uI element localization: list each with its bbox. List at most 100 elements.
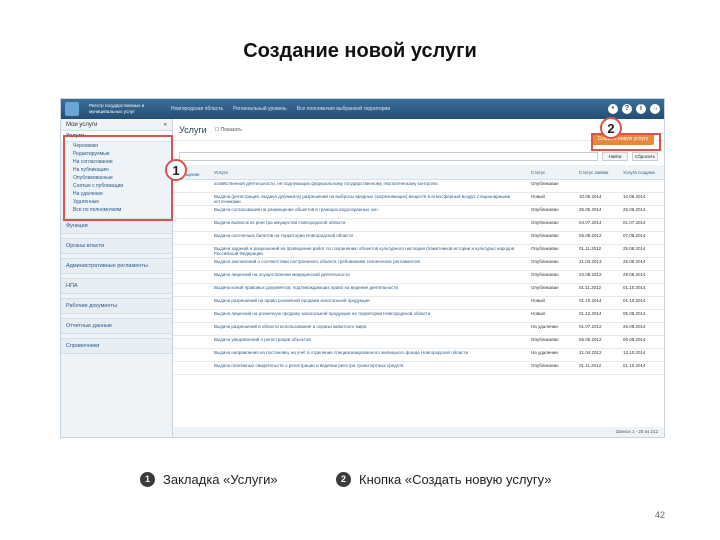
cell-new-message: [173, 348, 211, 362]
help-icon[interactable]: ?: [622, 104, 632, 114]
services-table: Нов. сообщение Услуга Статус Статус заяв…: [173, 165, 664, 375]
app-header: Реестр государственных и муниципальных у…: [61, 99, 664, 119]
table-row[interactable]: Выдача заданий и разрешений на проведени…: [173, 244, 664, 258]
header-nav-level[interactable]: Региональный уровень: [233, 106, 287, 112]
cell-service-name[interactable]: Выдача заданий и разрешений на проведени…: [211, 244, 528, 258]
cell-service-name[interactable]: Выдача согласований на размещение объект…: [211, 205, 528, 219]
table-row[interactable]: Выдача лицензий на осуществление медицин…: [173, 270, 664, 284]
cell-status: На удалении: [528, 348, 576, 362]
cell-new-message: [173, 270, 211, 284]
legend-num-2: 2: [336, 472, 351, 487]
show-checkbox[interactable]: ☐ Показать: [215, 127, 242, 133]
cell-created: 01.07.2014: [620, 218, 664, 232]
cell-created: 26.08.2014: [620, 322, 664, 336]
cell-created: 10.06.2014: [620, 192, 664, 206]
cell-new-message: [173, 335, 211, 349]
cell-created: 05.09.2014: [620, 335, 664, 349]
cell-created: 25.08.2014: [620, 257, 664, 271]
app-logo-text: Реестр государственных и муниципальных у…: [89, 103, 145, 114]
callout-create-button-box: [591, 133, 661, 151]
sidebar-section[interactable]: Рабочие документы: [61, 298, 172, 314]
info-icon[interactable]: i: [636, 104, 646, 114]
table-row[interactable]: Выдача разрешений на право розничной про…: [173, 296, 664, 310]
reset-button[interactable]: Сбросить: [632, 151, 658, 161]
cell-request-status: 05.08.2012: [576, 231, 620, 245]
cell-service-name[interactable]: Выдача лицензий на розничную продажу алк…: [211, 309, 528, 323]
sidebar-section[interactable]: НПА: [61, 278, 172, 294]
cell-status: На удалении: [528, 322, 576, 336]
cell-service-name[interactable]: Выдача охотничьих билетов на территории …: [211, 231, 528, 245]
cell-service-name[interactable]: Выдача копий правовых документов, подтве…: [211, 283, 528, 297]
col-created[interactable]: Услуга создана: [620, 165, 664, 180]
header-nav-region[interactable]: Новгородская область: [171, 106, 223, 112]
cell-request-status: [576, 179, 620, 193]
callout-badge-2: 2: [600, 117, 622, 139]
table-row[interactable]: Выдача (регистрация, выдача дубликата) р…: [173, 192, 664, 206]
legend-item-1: 1 Закладка «Услуги»: [140, 472, 278, 487]
sidebar-section[interactable]: Справочники: [61, 338, 172, 354]
cell-request-status: 10.06.2014: [576, 192, 620, 206]
collapse-icon[interactable]: «: [164, 122, 167, 128]
table-row[interactable]: Выдача заключений о соответствии построе…: [173, 257, 664, 271]
sidebar-section[interactable]: Отчетные данные: [61, 318, 172, 334]
table-row[interactable]: Выдача выписок из реестра имущества Новг…: [173, 218, 664, 232]
cell-new-message: [173, 296, 211, 310]
cell-service-name[interactable]: Выдача выписок из реестра имущества Новг…: [211, 218, 528, 232]
cell-service-name[interactable]: Выдача направления на постановку на учет…: [211, 348, 528, 362]
cell-request-status: 06.06.2012: [576, 335, 620, 349]
cell-status: Опубликован: [528, 231, 576, 245]
filter-row: Найти Сбросить: [173, 149, 664, 163]
cell-service-name[interactable]: Выдача (регистрация, выдача дубликата) р…: [211, 192, 528, 206]
cell-created: 01.10.2014: [620, 296, 664, 310]
table-row[interactable]: Выдача согласований на размещение объект…: [173, 205, 664, 219]
cell-new-message: [173, 244, 211, 258]
cell-new-message: [173, 257, 211, 271]
search-input[interactable]: [179, 151, 598, 161]
exit-icon[interactable]: →: [650, 104, 660, 114]
table-row[interactable]: Выдача разрешений в области использовани…: [173, 322, 664, 336]
cell-status: Опубликован: [528, 361, 576, 375]
cell-created: 25.06.2014: [620, 205, 664, 219]
cell-service-name[interactable]: Выдача платежных свидетельств о регистра…: [211, 361, 528, 375]
sidebar-section[interactable]: Административные регламенты: [61, 258, 172, 274]
table-row[interactable]: Выдача копий правовых документов, подтве…: [173, 283, 664, 297]
col-service[interactable]: Услуга: [211, 165, 528, 180]
cell-status: Опубликован: [528, 218, 576, 232]
cell-created: 25.08.2014: [620, 244, 664, 258]
table-row[interactable]: Выдача направления на постановку на учет…: [173, 348, 664, 362]
header-nav-territory[interactable]: Все полномочия выбранной территории: [297, 106, 390, 112]
cell-request-status: 22.08.2012: [576, 270, 620, 284]
services-title: Услуги: [179, 124, 207, 135]
col-request-status[interactable]: Статус заявки: [576, 165, 620, 180]
cell-request-status: 01.07.2012: [576, 322, 620, 336]
cell-service-name[interactable]: хозяйственной деятельности, не подлежащи…: [211, 179, 528, 193]
cell-service-name[interactable]: Выдача разрешений на право розничной про…: [211, 296, 528, 310]
legend-text-2: Кнопка «Создать новую услугу»: [359, 472, 552, 487]
cell-new-message: [173, 283, 211, 297]
cell-status: Опубликован: [528, 205, 576, 219]
table-row[interactable]: Выдача уведомлений о регистрации объекто…: [173, 335, 664, 349]
cell-request-status: 01.11.2012: [576, 283, 620, 297]
cell-service-name[interactable]: Выдача заключений о соответствии построе…: [211, 257, 528, 271]
cell-service-name[interactable]: Выдача уведомлений о регистрации объекто…: [211, 335, 528, 349]
cell-request-status: 04.07.2014: [576, 218, 620, 232]
cell-service-name[interactable]: Выдача лицензий на осуществление медицин…: [211, 270, 528, 284]
table-row[interactable]: хозяйственной деятельности, не подлежащи…: [173, 179, 664, 193]
callout-services-tab-box: [63, 135, 173, 221]
pagination-info: Записи 1 - 20 из 212: [173, 427, 664, 437]
user-icon[interactable]: •: [608, 104, 618, 114]
slide-title: Создание новой услуги: [243, 40, 477, 62]
cell-request-status: 21.03.2013: [576, 257, 620, 271]
sidebar-section[interactable]: Органы власти: [61, 238, 172, 254]
table-row[interactable]: Выдача лицензий на розничную продажу алк…: [173, 309, 664, 323]
cell-new-message: [173, 179, 211, 193]
table-row[interactable]: Выдача платежных свидетельств о регистра…: [173, 361, 664, 375]
search-button[interactable]: Найти: [602, 151, 628, 161]
col-status[interactable]: Статус: [528, 165, 576, 180]
main-panel: Услуги ☐ Показать Создать новую услугу Н…: [173, 119, 664, 437]
cell-created: 05.05.2014: [620, 309, 664, 323]
sidebar-header: Мои услуги «: [61, 119, 172, 131]
cell-created: 01.10.2014: [620, 361, 664, 375]
table-row[interactable]: Выдача охотничьих билетов на территории …: [173, 231, 664, 245]
cell-service-name[interactable]: Выдача разрешений в области использовани…: [211, 322, 528, 336]
